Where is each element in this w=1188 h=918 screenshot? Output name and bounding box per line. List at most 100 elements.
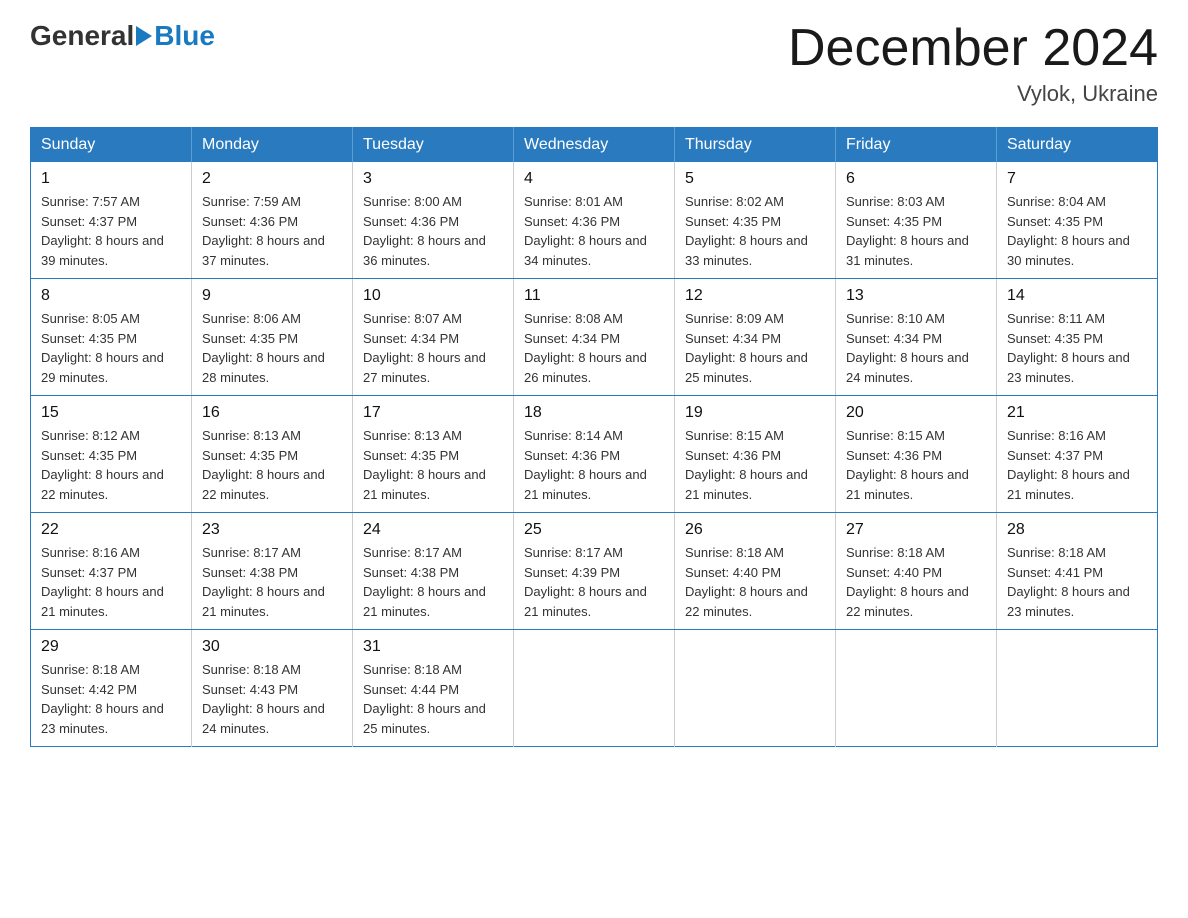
calendar-cell: 1 Sunrise: 7:57 AMSunset: 4:37 PMDaylight… xyxy=(31,162,192,279)
day-number: 13 xyxy=(846,287,986,305)
page-header: General Blue December 2024 Vylok, Ukrain… xyxy=(30,20,1158,107)
week-row-2: 8 Sunrise: 8:05 AMSunset: 4:35 PMDaylight… xyxy=(31,279,1158,396)
day-number: 27 xyxy=(846,521,986,539)
calendar-cell: 23 Sunrise: 8:17 AMSunset: 4:38 PMDayligh… xyxy=(192,513,353,630)
logo-blue-text: Blue xyxy=(154,20,215,52)
day-number: 20 xyxy=(846,404,986,422)
calendar-cell: 10 Sunrise: 8:07 AMSunset: 4:34 PMDayligh… xyxy=(353,279,514,396)
calendar-cell: 15 Sunrise: 8:12 AMSunset: 4:35 PMDayligh… xyxy=(31,396,192,513)
calendar-cell: 4Sunrise: 8:01 AMSunset: 4:36 PMDaylight… xyxy=(514,162,675,279)
day-info: Sunrise: 8:00 AMSunset: 4:36 PMDaylight:… xyxy=(363,192,503,270)
calendar-cell: 25 Sunrise: 8:17 AMSunset: 4:39 PMDayligh… xyxy=(514,513,675,630)
calendar-cell: 8 Sunrise: 8:05 AMSunset: 4:35 PMDaylight… xyxy=(31,279,192,396)
day-number: 16 xyxy=(202,404,342,422)
calendar-cell: 22Sunrise: 8:16 AMSunset: 4:37 PMDayligh… xyxy=(31,513,192,630)
day-number: 10 xyxy=(363,287,503,305)
day-info: Sunrise: 8:17 AMSunset: 4:38 PMDaylight:… xyxy=(363,543,503,621)
day-number: 7 xyxy=(1007,170,1147,188)
day-info: Sunrise: 8:17 AMSunset: 4:39 PMDaylight:… xyxy=(524,543,664,621)
day-info: Sunrise: 7:59 AMSunset: 4:36 PMDaylight:… xyxy=(202,192,342,270)
week-row-4: 22Sunrise: 8:16 AMSunset: 4:37 PMDayligh… xyxy=(31,513,1158,630)
calendar-cell: 11 Sunrise: 8:08 AMSunset: 4:34 PMDayligh… xyxy=(514,279,675,396)
month-title: December 2024 xyxy=(788,20,1158,77)
day-number: 11 xyxy=(524,287,664,305)
day-number: 1 xyxy=(41,170,181,188)
day-info: Sunrise: 7:57 AMSunset: 4:37 PMDaylight:… xyxy=(41,192,181,270)
day-header-friday: Friday xyxy=(836,128,997,163)
calendar-table: SundayMondayTuesdayWednesdayThursdayFrid… xyxy=(30,127,1158,747)
day-header-monday: Monday xyxy=(192,128,353,163)
day-info: Sunrise: 8:16 AMSunset: 4:37 PMDaylight:… xyxy=(41,543,181,621)
day-info: Sunrise: 8:18 AMSunset: 4:44 PMDaylight:… xyxy=(363,660,503,738)
day-number: 26 xyxy=(685,521,825,539)
day-number: 17 xyxy=(363,404,503,422)
day-header-wednesday: Wednesday xyxy=(514,128,675,163)
day-number: 3 xyxy=(363,170,503,188)
day-info: Sunrise: 8:16 AMSunset: 4:37 PMDaylight:… xyxy=(1007,426,1147,504)
day-number: 25 xyxy=(524,521,664,539)
day-number: 15 xyxy=(41,404,181,422)
calendar-cell: 29 Sunrise: 8:18 AMSunset: 4:42 PMDayligh… xyxy=(31,630,192,747)
day-info: Sunrise: 8:01 AMSunset: 4:36 PMDaylight:… xyxy=(524,192,664,270)
day-number: 6 xyxy=(846,170,986,188)
day-info: Sunrise: 8:13 AMSunset: 4:35 PMDaylight:… xyxy=(202,426,342,504)
day-number: 29 xyxy=(41,638,181,656)
day-info: Sunrise: 8:06 AMSunset: 4:35 PMDaylight:… xyxy=(202,309,342,387)
day-number: 21 xyxy=(1007,404,1147,422)
day-info: Sunrise: 8:18 AMSunset: 4:40 PMDaylight:… xyxy=(685,543,825,621)
calendar-cell: 2Sunrise: 7:59 AMSunset: 4:36 PMDaylight… xyxy=(192,162,353,279)
calendar-cell: 16 Sunrise: 8:13 AMSunset: 4:35 PMDayligh… xyxy=(192,396,353,513)
calendar-cell: 6 Sunrise: 8:03 AMSunset: 4:35 PMDaylight… xyxy=(836,162,997,279)
calendar-cell: 21 Sunrise: 8:16 AMSunset: 4:37 PMDayligh… xyxy=(997,396,1158,513)
calendar-cell xyxy=(675,630,836,747)
day-number: 30 xyxy=(202,638,342,656)
calendar-cell: 26 Sunrise: 8:18 AMSunset: 4:40 PMDayligh… xyxy=(675,513,836,630)
day-info: Sunrise: 8:09 AMSunset: 4:34 PMDaylight:… xyxy=(685,309,825,387)
day-info: Sunrise: 8:18 AMSunset: 4:40 PMDaylight:… xyxy=(846,543,986,621)
day-header-sunday: Sunday xyxy=(31,128,192,163)
day-number: 9 xyxy=(202,287,342,305)
day-info: Sunrise: 8:14 AMSunset: 4:36 PMDaylight:… xyxy=(524,426,664,504)
calendar-cell xyxy=(997,630,1158,747)
day-number: 18 xyxy=(524,404,664,422)
day-info: Sunrise: 8:12 AMSunset: 4:35 PMDaylight:… xyxy=(41,426,181,504)
calendar-cell: 14Sunrise: 8:11 AMSunset: 4:35 PMDayligh… xyxy=(997,279,1158,396)
calendar-cell: 30Sunrise: 8:18 AMSunset: 4:43 PMDayligh… xyxy=(192,630,353,747)
day-number: 8 xyxy=(41,287,181,305)
day-info: Sunrise: 8:18 AMSunset: 4:41 PMDaylight:… xyxy=(1007,543,1147,621)
day-info: Sunrise: 8:04 AMSunset: 4:35 PMDaylight:… xyxy=(1007,192,1147,270)
day-number: 5 xyxy=(685,170,825,188)
day-info: Sunrise: 8:13 AMSunset: 4:35 PMDaylight:… xyxy=(363,426,503,504)
calendar-cell: 12Sunrise: 8:09 AMSunset: 4:34 PMDayligh… xyxy=(675,279,836,396)
day-info: Sunrise: 8:15 AMSunset: 4:36 PMDaylight:… xyxy=(846,426,986,504)
day-info: Sunrise: 8:02 AMSunset: 4:35 PMDaylight:… xyxy=(685,192,825,270)
calendar-cell: 27 Sunrise: 8:18 AMSunset: 4:40 PMDayligh… xyxy=(836,513,997,630)
calendar-cell: 24Sunrise: 8:17 AMSunset: 4:38 PMDayligh… xyxy=(353,513,514,630)
week-row-3: 15 Sunrise: 8:12 AMSunset: 4:35 PMDayligh… xyxy=(31,396,1158,513)
day-number: 23 xyxy=(202,521,342,539)
day-number: 31 xyxy=(363,638,503,656)
day-info: Sunrise: 8:17 AMSunset: 4:38 PMDaylight:… xyxy=(202,543,342,621)
logo-triangle-icon xyxy=(136,26,152,46)
calendar-cell: 31 Sunrise: 8:18 AMSunset: 4:44 PMDayligh… xyxy=(353,630,514,747)
day-info: Sunrise: 8:05 AMSunset: 4:35 PMDaylight:… xyxy=(41,309,181,387)
day-info: Sunrise: 8:08 AMSunset: 4:34 PMDaylight:… xyxy=(524,309,664,387)
logo-general-text: General xyxy=(30,20,134,52)
calendar-cell: 3 Sunrise: 8:00 AMSunset: 4:36 PMDaylight… xyxy=(353,162,514,279)
logo: General Blue xyxy=(30,20,215,52)
title-area: December 2024 Vylok, Ukraine xyxy=(788,20,1158,107)
calendar-cell: 13 Sunrise: 8:10 AMSunset: 4:34 PMDayligh… xyxy=(836,279,997,396)
calendar-cell: 17 Sunrise: 8:13 AMSunset: 4:35 PMDayligh… xyxy=(353,396,514,513)
day-info: Sunrise: 8:10 AMSunset: 4:34 PMDaylight:… xyxy=(846,309,986,387)
day-info: Sunrise: 8:18 AMSunset: 4:42 PMDaylight:… xyxy=(41,660,181,738)
week-row-5: 29 Sunrise: 8:18 AMSunset: 4:42 PMDayligh… xyxy=(31,630,1158,747)
location-subtitle: Vylok, Ukraine xyxy=(788,81,1158,107)
day-info: Sunrise: 8:07 AMSunset: 4:34 PMDaylight:… xyxy=(363,309,503,387)
calendar-cell: 19Sunrise: 8:15 AMSunset: 4:36 PMDayligh… xyxy=(675,396,836,513)
day-number: 28 xyxy=(1007,521,1147,539)
day-info: Sunrise: 8:11 AMSunset: 4:35 PMDaylight:… xyxy=(1007,309,1147,387)
day-info: Sunrise: 8:03 AMSunset: 4:35 PMDaylight:… xyxy=(846,192,986,270)
calendar-cell: 5 Sunrise: 8:02 AMSunset: 4:35 PMDaylight… xyxy=(675,162,836,279)
day-number: 19 xyxy=(685,404,825,422)
calendar-cell xyxy=(514,630,675,747)
